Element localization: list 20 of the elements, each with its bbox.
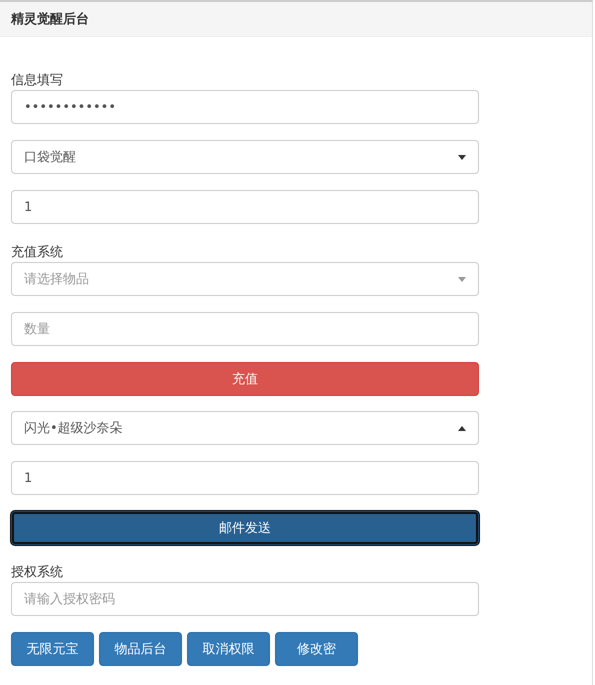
dropdown[interactable]: 口袋觉醒	[11, 140, 479, 174]
caret-icon	[458, 154, 466, 160]
input-field[interactable]: 1	[11, 461, 479, 495]
action-button[interactable]: 无限元宝	[11, 632, 94, 666]
input-field[interactable]: 请输入授权密码	[11, 582, 479, 616]
caret-icon	[458, 276, 466, 282]
input-field[interactable]: 1	[11, 190, 479, 224]
action-button[interactable]: 修改密	[275, 632, 358, 666]
action-button[interactable]: 取消权限	[187, 632, 270, 666]
action-button[interactable]: 充值	[11, 362, 479, 396]
section-label: 信息填写	[11, 72, 64, 90]
password-field[interactable]: ••••••••••••	[11, 90, 479, 124]
action-button[interactable]: 物品后台	[99, 632, 182, 666]
dropdown[interactable]: 闪光•超级沙奈朵	[11, 411, 479, 445]
caret-icon	[458, 426, 466, 430]
action-button[interactable]: 邮件发送	[11, 511, 479, 545]
input-field[interactable]: 数量	[11, 312, 479, 346]
section-label: 充值系统	[11, 244, 64, 262]
section-label: 授权系统	[11, 564, 64, 582]
panel-title: 精灵觉醒后台	[11, 10, 89, 28]
